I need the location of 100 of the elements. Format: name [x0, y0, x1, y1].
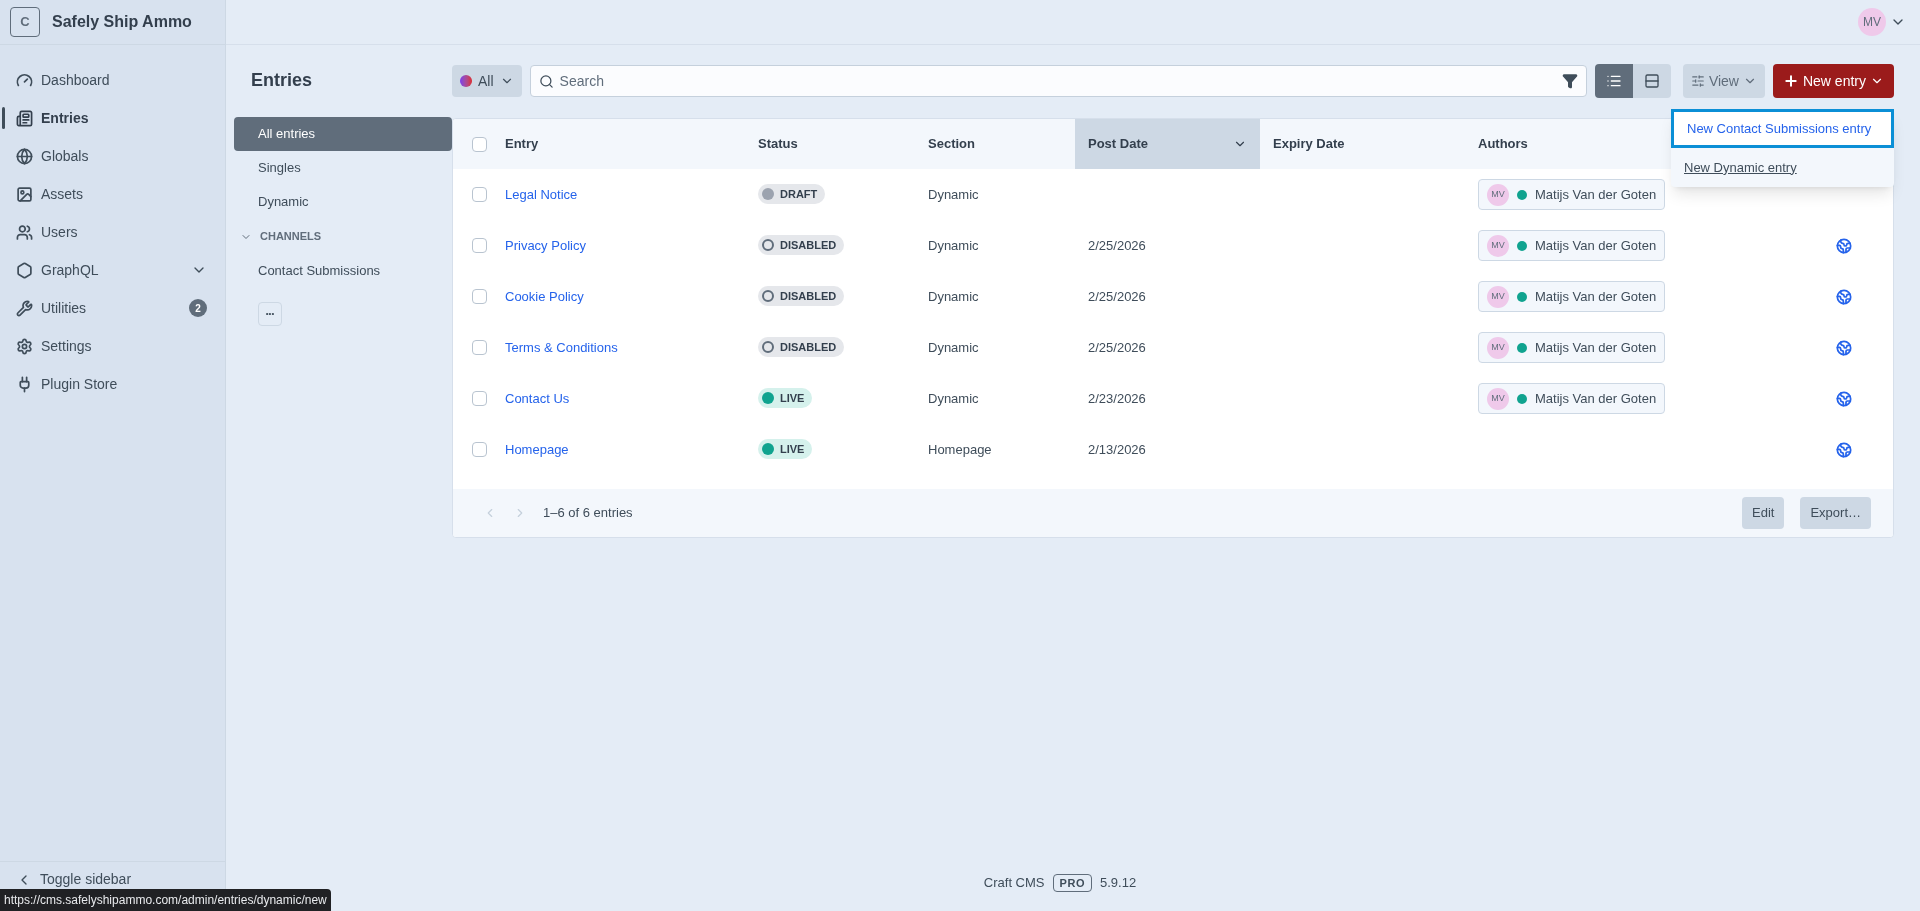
plug-icon — [16, 375, 33, 393]
nav-item[interactable]: Settings — [0, 327, 225, 365]
nav-item[interactable]: Plugin Store — [0, 365, 225, 403]
author-avatar: MV — [1487, 387, 1509, 410]
entry-link[interactable]: Terms & Conditions — [505, 339, 618, 355]
search-bar[interactable]: Search — [529, 65, 1587, 97]
nav-item[interactable]: Dashboard — [0, 61, 225, 99]
author-avatar: MV — [1487, 336, 1509, 359]
status-badge: DISABLED — [758, 336, 845, 358]
author-chip[interactable]: MV Matijs Van der Goten — [1478, 332, 1666, 363]
sliders-icon — [1690, 74, 1705, 88]
globe-icon — [16, 147, 33, 165]
column-header[interactable]: Expiry Date — [1260, 119, 1465, 169]
entry-link[interactable]: Homepage — [505, 441, 569, 457]
count-badge: 2 — [189, 299, 207, 317]
nav-item[interactable]: Users — [0, 213, 225, 251]
status-ring-icon — [762, 289, 774, 302]
column-header[interactable]: Entry — [505, 119, 745, 169]
entry-link[interactable]: Cookie Policy — [505, 288, 584, 304]
filter-icon[interactable] — [1561, 73, 1578, 89]
author-avatar: MV — [1487, 234, 1509, 257]
nav-item[interactable]: Entries — [0, 99, 225, 137]
menu-item[interactable]: New Dynamic entry — [1671, 148, 1894, 187]
post-date-cell: 2/25/2026 — [1088, 339, 1146, 355]
section-cell: Homepage — [928, 441, 992, 457]
entry-link[interactable]: Legal Notice — [505, 186, 578, 202]
column-header[interactable]: Post Date — [1075, 119, 1260, 169]
author-avatar: MV — [1487, 285, 1509, 308]
column-header[interactable]: Status — [745, 119, 915, 169]
post-date-cell: 2/23/2026 — [1088, 390, 1146, 406]
site-menu-button[interactable]: All — [452, 65, 522, 97]
user-avatar[interactable]: MV — [1858, 8, 1886, 36]
status-badge: LIVE — [758, 438, 813, 460]
plus-icon — [1782, 73, 1799, 89]
post-date-cell: 2/25/2026 — [1088, 288, 1146, 304]
source-item[interactable]: Singles — [234, 151, 452, 185]
row-checkbox[interactable] — [471, 340, 487, 355]
more-button[interactable]: ••• — [258, 302, 282, 326]
row-checkbox[interactable] — [471, 391, 487, 406]
entry-link[interactable]: Privacy Policy — [505, 237, 586, 253]
search-icon — [538, 73, 554, 89]
source-item[interactable]: Contact Submissions — [234, 254, 452, 288]
globe-link-icon[interactable] — [1836, 441, 1852, 458]
site-logo[interactable]: C — [10, 7, 40, 37]
edition-badge: PRO — [1052, 873, 1092, 893]
search-field[interactable]: Search — [559, 70, 1556, 92]
globe-link-icon[interactable] — [1836, 237, 1852, 254]
rows-icon — [1643, 73, 1660, 89]
select-all-checkbox[interactable] — [471, 136, 487, 152]
export-button[interactable]: Export… — [1800, 497, 1871, 529]
author-avatar: MV — [1487, 183, 1509, 206]
page-title: Entries — [250, 69, 314, 92]
author-chip[interactable]: MV Matijs Van der Goten — [1478, 179, 1666, 210]
product-name: Craft CMS — [983, 874, 1045, 893]
section-cell: Dynamic — [928, 288, 979, 304]
source-heading[interactable]: CHANNELS — [234, 219, 452, 254]
list-icon — [1605, 73, 1622, 89]
menu-item[interactable]: New Contact Submissions entry — [1671, 109, 1894, 148]
hexagon-icon — [16, 261, 33, 279]
gauge-icon — [16, 71, 33, 89]
new-entry-button[interactable]: New entry — [1772, 64, 1894, 98]
nav-item[interactable]: Utilities 2 — [0, 289, 225, 327]
newspaper-icon — [16, 109, 33, 127]
globe-link-icon[interactable] — [1836, 339, 1852, 356]
entry-link[interactable]: Contact Us — [505, 390, 570, 406]
section-cell: Dynamic — [928, 390, 979, 406]
post-date-cell: 2/25/2026 — [1088, 237, 1146, 253]
status-ring-icon — [762, 340, 774, 353]
site-name[interactable]: Safely Ship Ammo — [52, 10, 192, 34]
author-chip[interactable]: MV Matijs Van der Goten — [1478, 230, 1666, 261]
source-item[interactable]: All entries — [234, 117, 452, 151]
row-checkbox[interactable] — [471, 187, 487, 202]
source-item[interactable]: Dynamic — [234, 185, 452, 219]
table-view-button[interactable] — [1594, 64, 1633, 98]
row-checkbox[interactable] — [471, 442, 487, 457]
post-date-cell: 2/13/2026 — [1088, 441, 1146, 457]
column-header[interactable]: Section — [915, 119, 1075, 169]
nav-item[interactable]: GraphQL — [0, 251, 225, 289]
image-icon — [16, 185, 33, 203]
author-chip[interactable]: MV Matijs Van der Goten — [1478, 281, 1666, 312]
row-checkbox[interactable] — [471, 289, 487, 304]
nav-item[interactable]: Globals — [0, 137, 225, 175]
status-badge: DISABLED — [758, 285, 845, 307]
users-icon — [16, 223, 33, 241]
wrench-icon — [16, 299, 33, 317]
view-button[interactable]: View — [1682, 64, 1765, 98]
globe-link-icon[interactable] — [1836, 390, 1852, 407]
status-badge: DISABLED — [758, 234, 845, 256]
row-checkbox[interactable] — [471, 238, 487, 253]
section-cell: Dynamic — [928, 237, 979, 253]
nav-item[interactable]: Assets — [0, 175, 225, 213]
edit-button[interactable]: Edit — [1742, 497, 1785, 529]
author-chip[interactable]: MV Matijs Van der Goten — [1478, 383, 1666, 414]
structure-view-button[interactable] — [1632, 64, 1671, 98]
version-number: 5.9.12 — [1100, 874, 1137, 893]
link-url-tooltip: https://cms.safelyshipammo.com/admin/entries/dynamic/new — [0, 889, 331, 911]
status-ring-icon — [762, 238, 774, 251]
globe-link-icon[interactable] — [1836, 288, 1852, 305]
section-cell: Dynamic — [928, 186, 979, 202]
settings-icon — [16, 337, 33, 355]
